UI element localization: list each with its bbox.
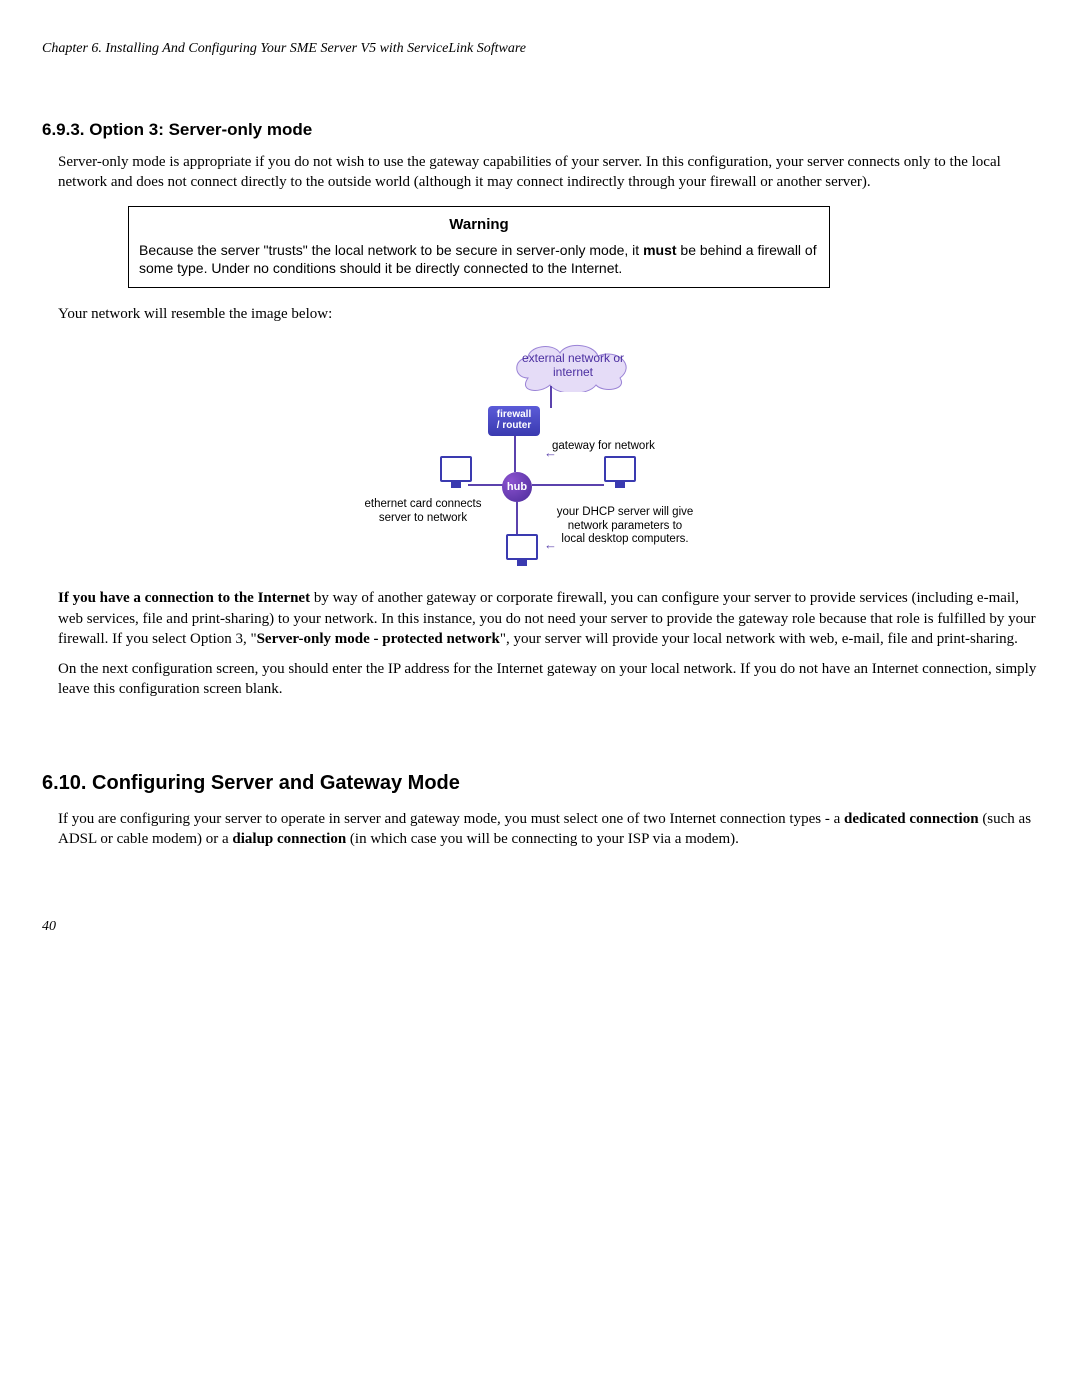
heading-6-9-3: 6.9.3. Option 3: Server-only mode: [42, 119, 1038, 142]
warning-text: Because the server "trusts" the local ne…: [139, 241, 819, 277]
page-number: 40: [42, 918, 56, 937]
para-693-2-lead: If you have a connection to the Internet: [58, 590, 310, 606]
para-693-3: On the next configuration screen, you sh…: [58, 659, 1038, 700]
eth-line2: server to network: [379, 512, 467, 524]
para-693-2: If you have a connection to the Internet…: [58, 588, 1038, 649]
p610-d: (in which case you will be connecting to…: [346, 831, 739, 847]
diagram-line: [532, 484, 604, 486]
diagram-line: [516, 502, 518, 534]
diagram-line: [468, 484, 504, 486]
running-header: Chapter 6. Installing And Configuring Yo…: [42, 40, 1038, 59]
cloud-icon: external network or internet: [508, 338, 638, 392]
monitor-icon: [604, 456, 636, 482]
section-6-10: 6.10. Configuring Server and Gateway Mod…: [42, 770, 1038, 850]
monitor-icon: [440, 456, 472, 482]
label-gateway: gateway for network: [552, 440, 655, 453]
warning-title: Warning: [139, 215, 819, 235]
section-6-9-3-body: Server-only mode is appropriate if you d…: [58, 152, 1038, 700]
para-610-1: If you are configuring your server to op…: [58, 809, 1038, 850]
warning-box: Warning Because the server "trusts" the …: [128, 206, 830, 288]
p610-b1: dedicated connection: [844, 811, 979, 827]
fw-bot: / router: [488, 420, 540, 431]
para-693-2-tail: ", your server will provide your local n…: [500, 631, 1018, 647]
warning-text-pre: Because the server "trusts" the local ne…: [139, 242, 643, 258]
cloud-label: external network or internet: [508, 352, 638, 380]
dhcp-line2: network parameters to: [568, 520, 682, 532]
page: Chapter 6. Installing And Configuring Yo…: [0, 0, 1080, 1397]
para-693-1: Server-only mode is appropriate if you d…: [58, 152, 1038, 193]
p610-b2: dialup connection: [232, 831, 346, 847]
dhcp-line3: local desktop computers.: [561, 533, 688, 545]
hub-icon: hub: [502, 472, 532, 502]
diagram-line: [514, 436, 516, 472]
para-after-warning: Your network will resemble the image bel…: [58, 304, 1038, 324]
monitor-icon: [506, 534, 538, 560]
label-ethernet: ethernet card connects server to network: [358, 498, 488, 524]
section-6-10-body: If you are configuring your server to op…: [58, 809, 1038, 850]
firewall-router-icon: firewall / router: [488, 406, 540, 436]
label-dhcp: your DHCP server will give network param…: [540, 506, 710, 546]
diagram-line: [550, 386, 552, 408]
fw-top: firewall: [488, 409, 540, 420]
para-693-2-bold2: Server-only mode - protected network: [257, 631, 500, 647]
eth-line1: ethernet card connects: [365, 498, 482, 510]
p610-a: If you are configuring your server to op…: [58, 811, 844, 827]
heading-6-10: 6.10. Configuring Server and Gateway Mod…: [42, 770, 1038, 797]
dhcp-line1: your DHCP server will give: [557, 506, 694, 518]
network-diagram: external network or internet firewall / …: [388, 334, 708, 564]
warning-text-bold: must: [643, 242, 676, 258]
arrow-icon: ←: [544, 538, 557, 553]
